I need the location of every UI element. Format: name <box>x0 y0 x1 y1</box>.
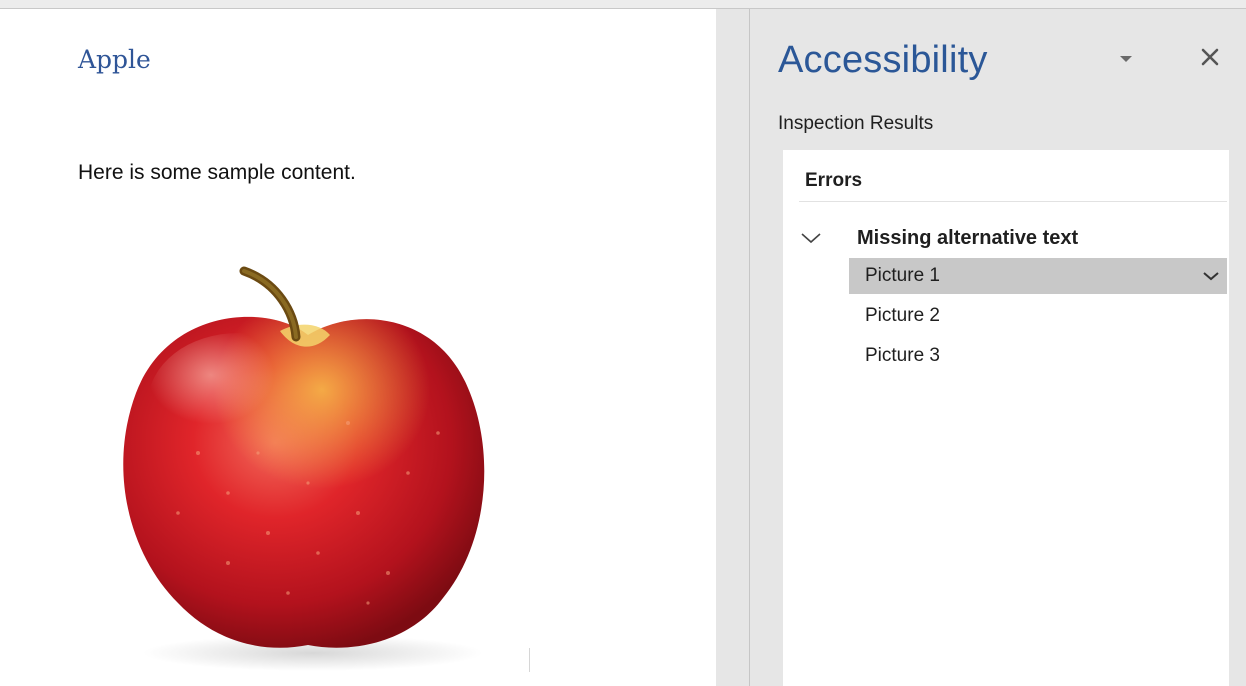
result-item-picture-2[interactable]: Picture 2 <box>849 298 1227 334</box>
document-heading[interactable]: Apple <box>78 45 151 74</box>
result-item-label: Picture 2 <box>865 305 940 326</box>
chevron-down-icon[interactable] <box>799 228 823 248</box>
top-border <box>0 0 1246 9</box>
result-item-picture-3[interactable]: Picture 3 <box>849 338 1227 374</box>
errors-heading: Errors <box>805 170 863 191</box>
errors-divider <box>799 201 1227 202</box>
result-item-label: Picture 1 <box>865 265 940 286</box>
document-canvas[interactable]: Apple Here is some sample content. <box>0 9 716 686</box>
result-item-label: Picture 3 <box>865 345 940 366</box>
image-edge-marker <box>529 648 530 672</box>
document-paragraph[interactable]: Here is some sample content. <box>78 161 356 185</box>
pane-title: Accessibility <box>778 39 988 81</box>
inspection-results-label: Inspection Results <box>778 113 934 134</box>
pane-gutter <box>716 9 750 686</box>
accessibility-pane: Accessibility Inspection Results Errors … <box>750 9 1246 686</box>
inspection-results-panel: Errors Missing alternative text Picture … <box>783 150 1229 686</box>
dropdown-triangle-icon[interactable] <box>1114 47 1138 71</box>
group-label: Missing alternative text <box>857 227 1079 249</box>
missing-alt-text-group[interactable]: Missing alternative text <box>799 224 1219 256</box>
close-icon[interactable] <box>1196 43 1224 71</box>
apple-picture[interactable] <box>108 253 508 679</box>
result-item-picture-1[interactable]: Picture 1 <box>849 258 1227 294</box>
chevron-down-icon[interactable] <box>1199 266 1223 286</box>
